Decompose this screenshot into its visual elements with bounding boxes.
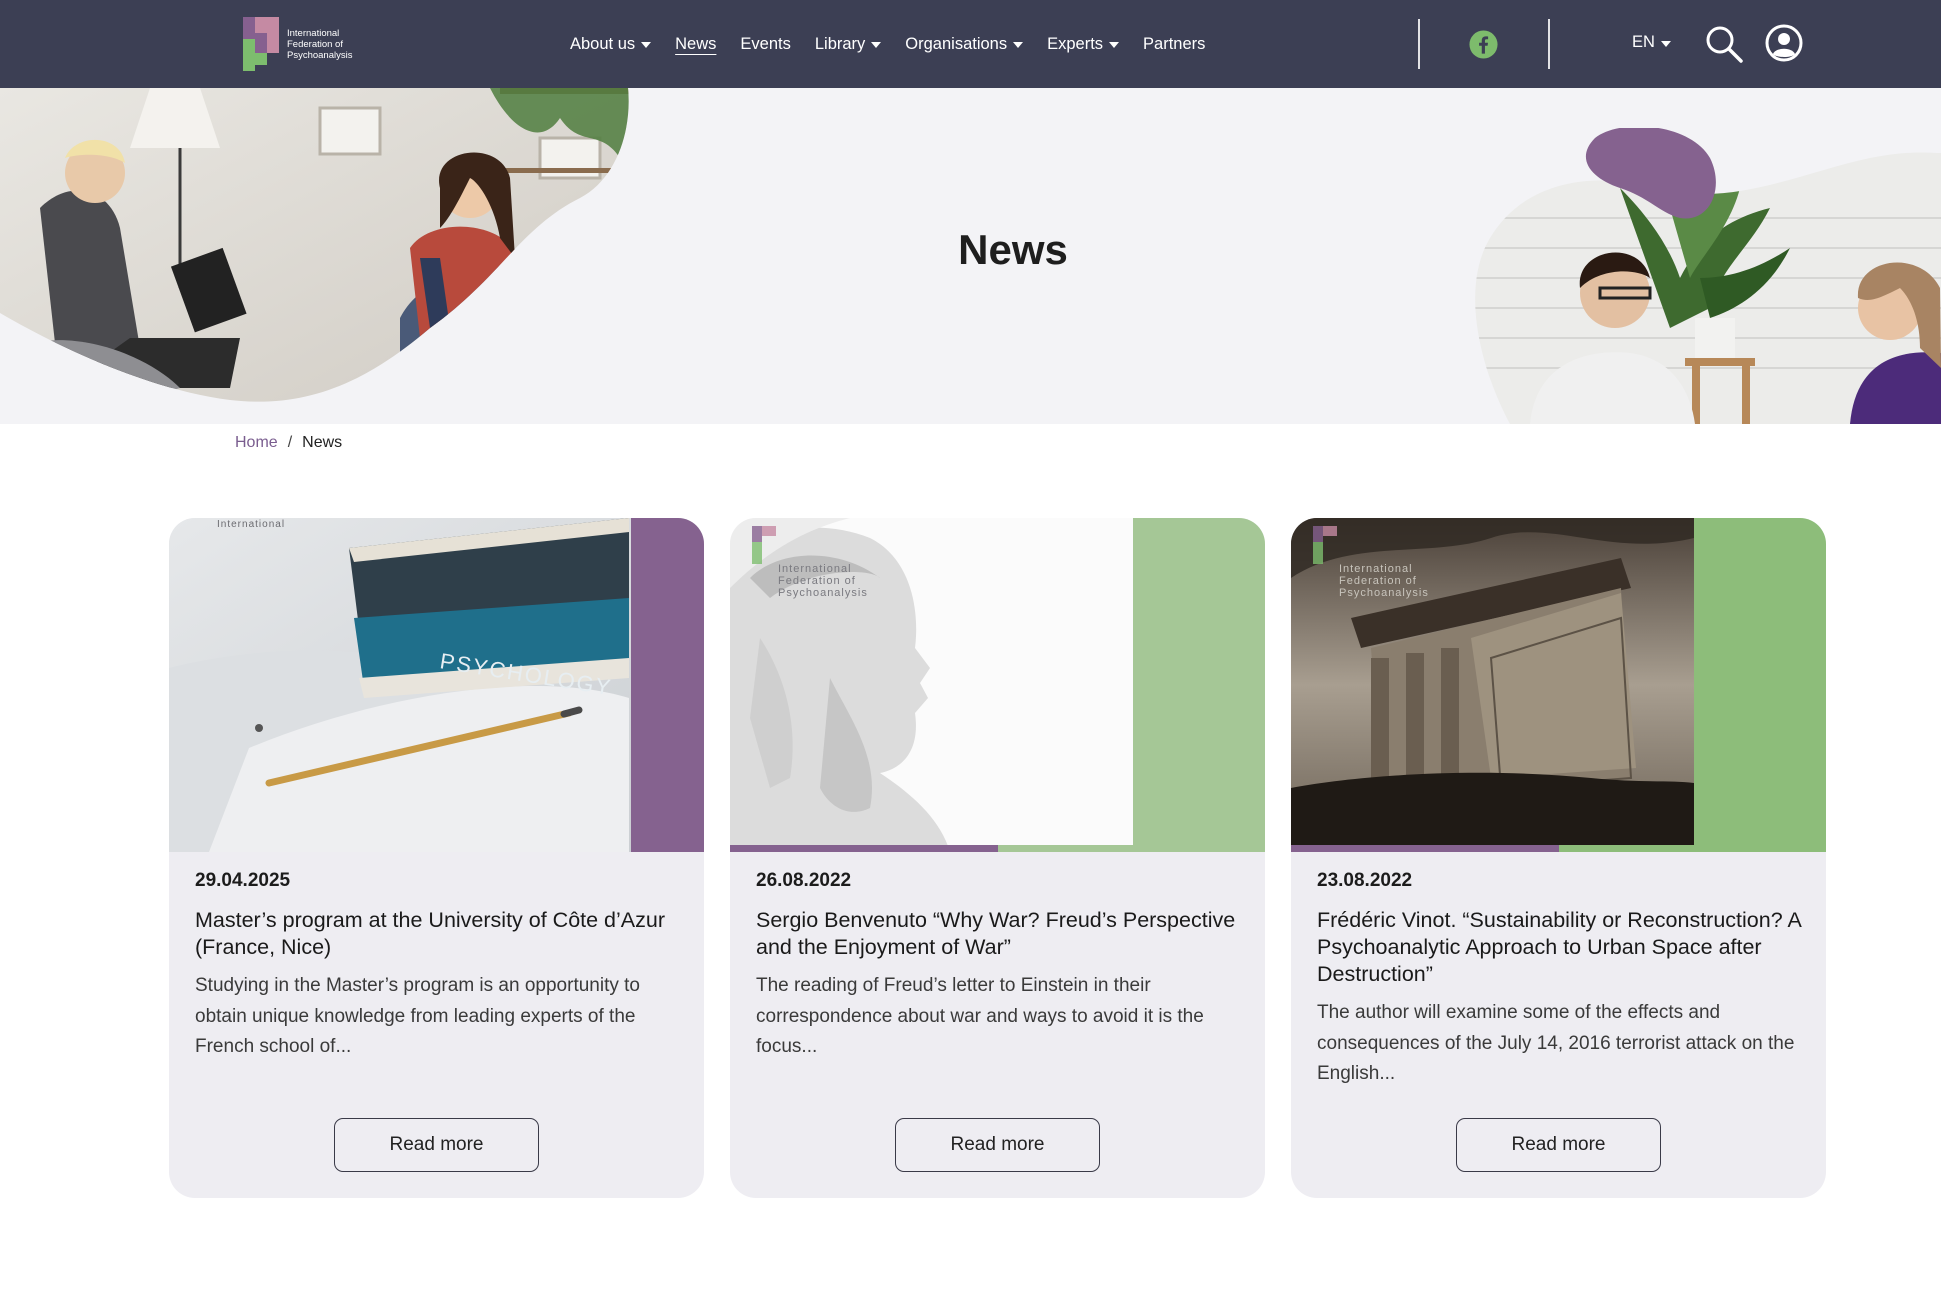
news-title[interactable]: Sergio Benvenuto “Why War? Freud’s Persp…: [756, 907, 1246, 961]
nav-label: News: [675, 34, 717, 53]
logo-line: International: [287, 27, 340, 39]
nav-item-organisations[interactable]: Organisations: [905, 34, 1024, 54]
logo-line: Psychoanalysis: [287, 49, 353, 61]
news-excerpt: Studying in the Master’s program is an o…: [195, 975, 640, 1057]
news-card-image[interactable]: PSYCHOLOGY International: [169, 518, 704, 852]
nav-label: Experts: [1047, 34, 1104, 53]
logo-line: Federation of: [287, 38, 343, 50]
svg-text:International: International: [778, 563, 852, 575]
header-divider: [1418, 19, 1420, 69]
hero-consultation-image: [1475, 128, 1941, 424]
svg-text:Psychoanalysis: Psychoanalysis: [1339, 587, 1429, 599]
caret-down-icon: [871, 42, 882, 48]
search-icon[interactable]: [1704, 24, 1744, 64]
logo-mark-icon: [243, 17, 281, 71]
svg-text:International: International: [217, 519, 285, 530]
news-card-image[interactable]: International Federation of Psychoanalys…: [1291, 518, 1826, 852]
header-divider: [1548, 19, 1550, 69]
nav-label: Partners: [1143, 34, 1206, 53]
caret-down-icon: [1109, 42, 1120, 48]
breadcrumb-home-link[interactable]: Home: [235, 434, 278, 452]
breadcrumb-separator: /: [287, 434, 293, 451]
hero-banner: News: [0, 88, 1941, 424]
read-more-button[interactable]: Read more: [1456, 1118, 1661, 1172]
breadcrumb-current: News: [302, 434, 343, 451]
news-date: 23.08.2022: [1317, 870, 1413, 891]
nav-label: About us: [570, 34, 636, 53]
news-card: International Federation of Psychoanalys…: [1291, 518, 1826, 1198]
news-card: PSYCHOLOGY International 29.04.2025 Mast…: [169, 518, 704, 1198]
user-circle-icon[interactable]: [1765, 24, 1803, 62]
news-card-image[interactable]: International Federation of Psychoanalys…: [730, 518, 1265, 852]
news-card: International Federation of Psychoanalys…: [730, 518, 1265, 1198]
nav-item-about-us[interactable]: About us: [570, 34, 652, 54]
facebook-icon[interactable]: [1469, 30, 1498, 59]
language-selector[interactable]: EN: [1632, 33, 1671, 52]
svg-text:Federation of: Federation of: [778, 575, 856, 587]
svg-text:Psychoanalysis: Psychoanalysis: [778, 587, 868, 599]
nav-item-partners[interactable]: Partners: [1143, 35, 1205, 54]
nav-label: Events: [740, 34, 791, 53]
read-more-button[interactable]: Read more: [334, 1118, 539, 1172]
nav-item-library[interactable]: Library: [814, 34, 882, 54]
nav-item-experts[interactable]: Experts: [1047, 34, 1120, 54]
news-date: 29.04.2025: [195, 870, 291, 891]
news-title[interactable]: Master’s program at the University of Cô…: [195, 907, 685, 961]
site-header: International Federation of Psychoanalys…: [0, 0, 1941, 88]
breadcrumb: Home / News: [235, 434, 342, 452]
caret-down-icon: [1660, 40, 1671, 47]
site-logo[interactable]: International Federation of Psychoanalys…: [243, 16, 358, 72]
read-more-button[interactable]: Read more: [895, 1118, 1100, 1172]
news-excerpt: The reading of Freud’s letter to Einstei…: [756, 975, 1204, 1057]
news-title[interactable]: Frédéric Vinot. “Sustainability or Recon…: [1317, 907, 1807, 988]
caret-down-icon: [641, 42, 652, 48]
nav-label: Library: [814, 34, 866, 53]
nav-label: Organisations: [905, 34, 1008, 53]
svg-text:International: International: [1339, 563, 1413, 575]
logo-text: International Federation of Psychoanalys…: [287, 28, 352, 61]
caret-down-icon: [1013, 42, 1024, 48]
nav-item-events[interactable]: Events: [740, 35, 790, 54]
news-date: 26.08.2022: [756, 870, 852, 891]
news-excerpt: The author will examine some of the effe…: [1317, 1002, 1795, 1084]
svg-text:Federation of: Federation of: [1339, 575, 1417, 587]
main-nav: About us News Events Library Organisatio…: [570, 0, 1229, 88]
language-label: EN: [1632, 33, 1655, 51]
nav-item-news[interactable]: News: [675, 35, 716, 54]
